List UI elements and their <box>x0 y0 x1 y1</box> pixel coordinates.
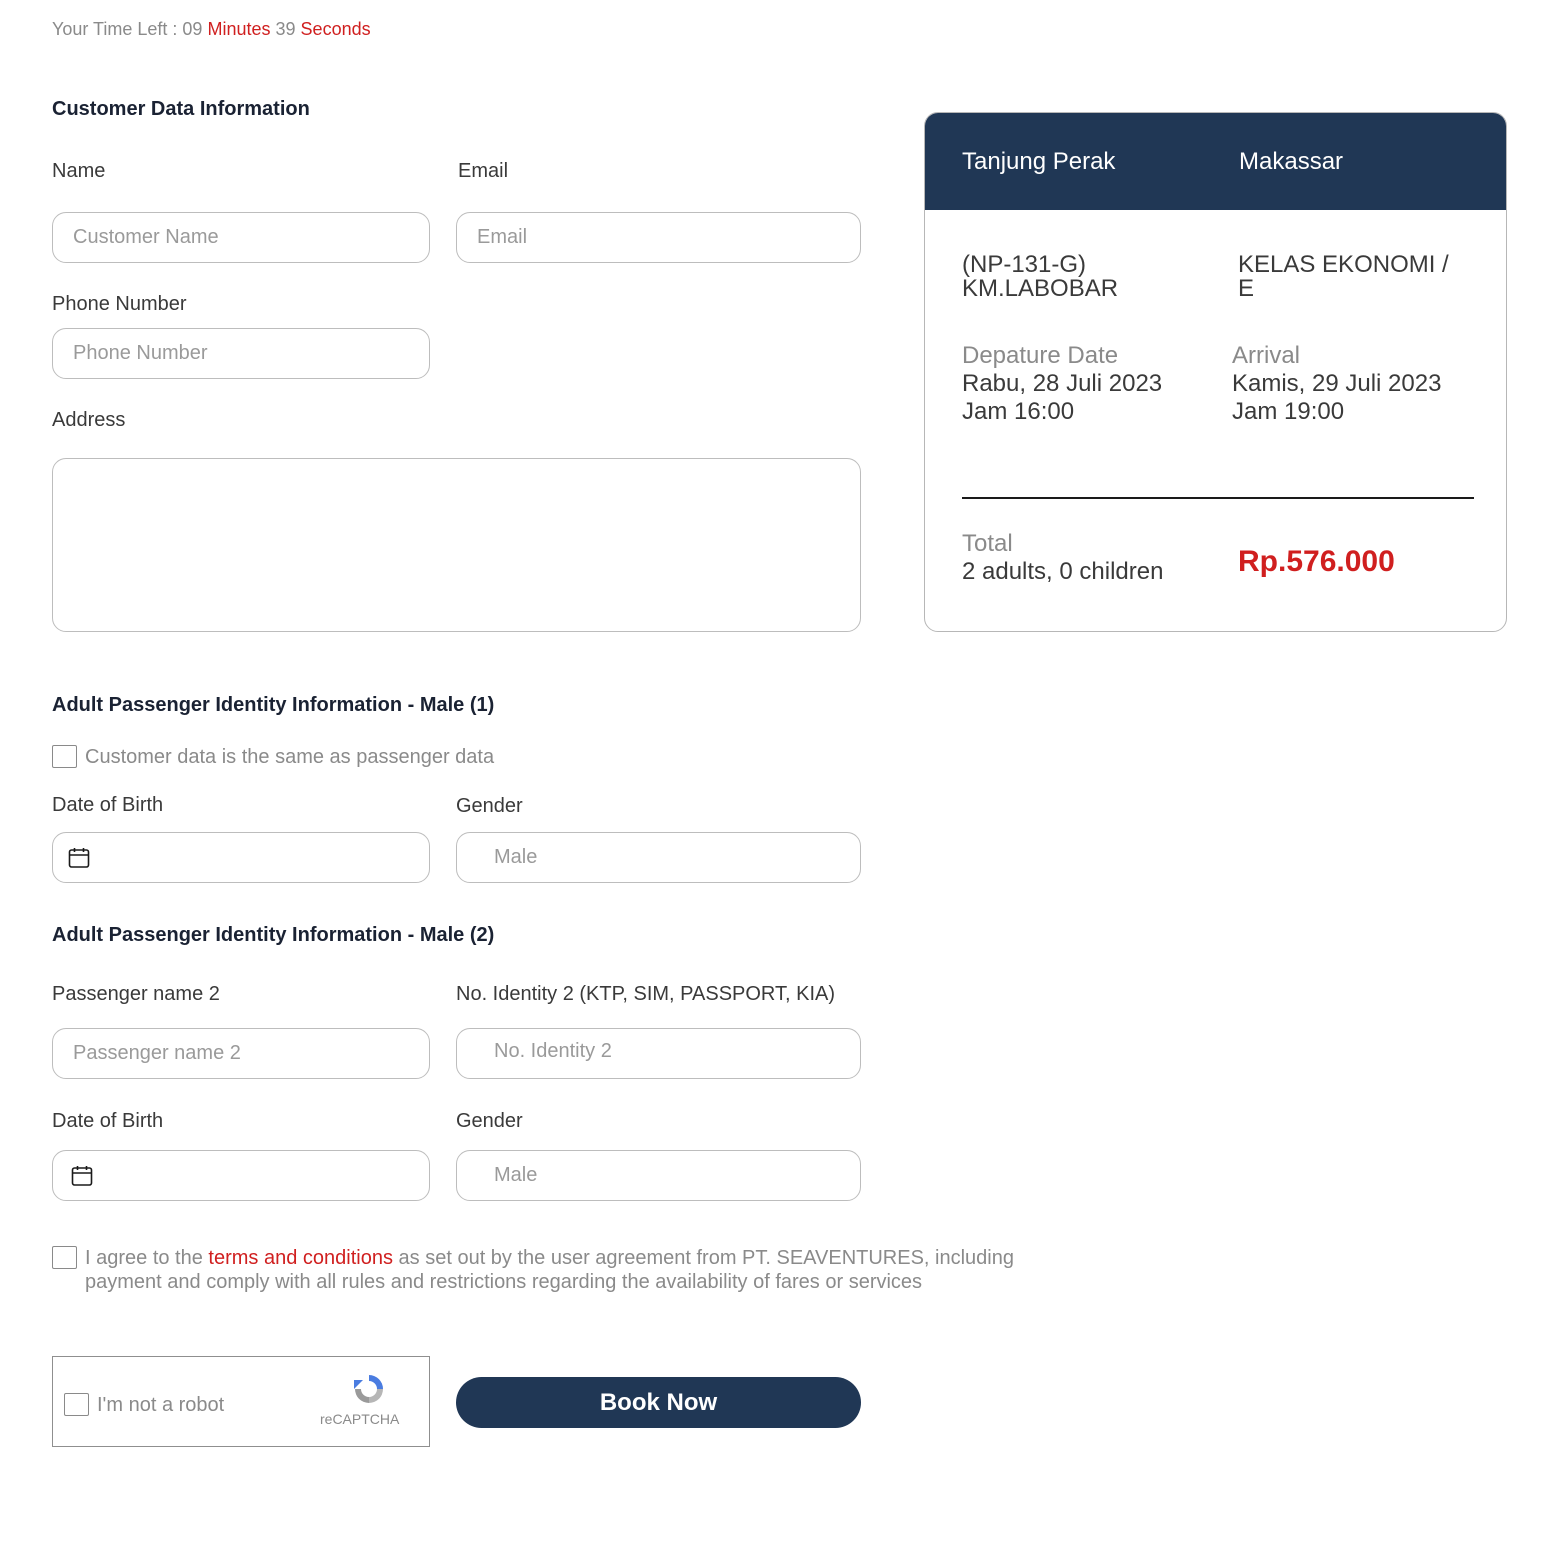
same-as-customer-label: Customer data is the same as passenger d… <box>85 746 495 768</box>
total-label: Total <box>962 530 1013 557</box>
timer-minutes-label: Minutes <box>207 19 271 39</box>
customer-section-title: Customer Data Information <box>52 98 310 120</box>
passenger1-section-title: Adult Passenger Identity Information - M… <box>52 694 495 716</box>
summary-divider <box>962 497 1474 499</box>
timer-seconds-label: Seconds <box>300 19 371 39</box>
phone-input[interactable] <box>52 328 430 379</box>
same-as-customer-checkbox[interactable] <box>52 745 77 768</box>
passenger2-gender-label: Gender <box>456 1110 523 1132</box>
total-price: Rp.576.000 <box>1238 545 1395 578</box>
recaptcha-widget: I'm not a robot reCAPTCHA <box>52 1356 430 1447</box>
agree-terms-checkbox[interactable] <box>52 1246 77 1269</box>
recaptcha-brand: reCAPTCHA <box>320 1411 400 1427</box>
passenger1-gender-select[interactable]: Male <box>456 832 861 883</box>
arrival-time: Jam 19:00 <box>1232 398 1345 425</box>
ship-name: (NP-131-G) KM.LABOBAR <box>962 253 1118 301</box>
arrival-info: Arrival Kamis, 29 Juli 2023 Jam 19:00 <box>1232 342 1441 426</box>
total-info: Total 2 adults, 0 children <box>962 530 1163 586</box>
address-textarea[interactable] <box>52 458 861 632</box>
departure-time: Jam 16:00 <box>962 398 1075 425</box>
passenger1-dob-input[interactable] <box>52 832 430 883</box>
email-input[interactable] <box>456 212 861 263</box>
booking-summary-card: Tanjung Perak Makassar (NP-131-G) KM.LAB… <box>924 112 1507 632</box>
passenger2-identity-label: No. Identity 2 (KTP, SIM, PASSPORT, KIA) <box>456 983 836 1005</box>
passenger1-gender-value: Male <box>494 846 538 868</box>
calendar-icon <box>71 1165 93 1186</box>
origin-port: Tanjung Perak <box>962 148 1116 175</box>
countdown-timer: Your Time Left : 09 Minutes 39 Seconds <box>52 19 371 40</box>
ship-vessel: KM.LABOBAR <box>962 275 1119 302</box>
class-line-2: E <box>1238 275 1255 302</box>
timer-prefix: Your Time Left : <box>52 19 183 39</box>
class-line-1: KELAS EKONOMI / <box>1238 251 1449 278</box>
book-now-button[interactable]: Book Now <box>456 1377 861 1428</box>
customer-name-input[interactable] <box>52 212 430 263</box>
passenger2-section-title: Adult Passenger Identity Information - M… <box>52 924 495 946</box>
recaptcha-label: I'm not a robot <box>97 1394 225 1416</box>
passenger-count: 2 adults, 0 children <box>962 558 1164 585</box>
ship-class: KELAS EKONOMI / E <box>1238 253 1449 301</box>
agreement-text: I agree to the terms and conditions as s… <box>85 1246 1015 1294</box>
email-label: Email <box>458 160 509 182</box>
terms-link[interactable]: terms and conditions <box>208 1247 393 1269</box>
arrival-label: Arrival <box>1232 342 1301 369</box>
passenger2-gender-select[interactable]: Male <box>456 1150 861 1201</box>
passenger2-name-input[interactable] <box>52 1028 430 1079</box>
name-label: Name <box>52 160 106 182</box>
phone-label: Phone Number <box>52 293 187 315</box>
recaptcha-logo-icon <box>354 1375 383 1403</box>
timer-seconds: 39 <box>275 19 296 39</box>
agreement-prefix: I agree to the <box>85 1247 209 1269</box>
arrival-date: Kamis, 29 Juli 2023 <box>1232 370 1442 397</box>
recaptcha-checkbox[interactable] <box>64 1393 89 1416</box>
timer-minutes: 09 <box>182 19 203 39</box>
departure-date: Rabu, 28 Juli 2023 <box>962 370 1163 397</box>
ship-code: (NP-131-G) <box>962 251 1087 278</box>
passenger2-name-label: Passenger name 2 <box>52 983 220 1005</box>
departure-info: Depature Date Rabu, 28 Juli 2023 Jam 16:… <box>962 342 1162 426</box>
passenger2-gender-value: Male <box>494 1164 538 1186</box>
calendar-icon <box>68 847 90 868</box>
passenger2-identity-input[interactable] <box>456 1028 861 1079</box>
passenger2-dob-input[interactable] <box>52 1150 430 1201</box>
departure-label: Depature Date <box>962 342 1119 369</box>
passenger2-dob-label: Date of Birth <box>52 1110 164 1132</box>
passenger1-gender-label: Gender <box>456 795 523 817</box>
destination-port: Makassar <box>1239 148 1344 175</box>
route-header: Tanjung Perak Makassar <box>925 113 1506 210</box>
passenger1-dob-label: Date of Birth <box>52 794 164 816</box>
address-label: Address <box>52 409 126 431</box>
